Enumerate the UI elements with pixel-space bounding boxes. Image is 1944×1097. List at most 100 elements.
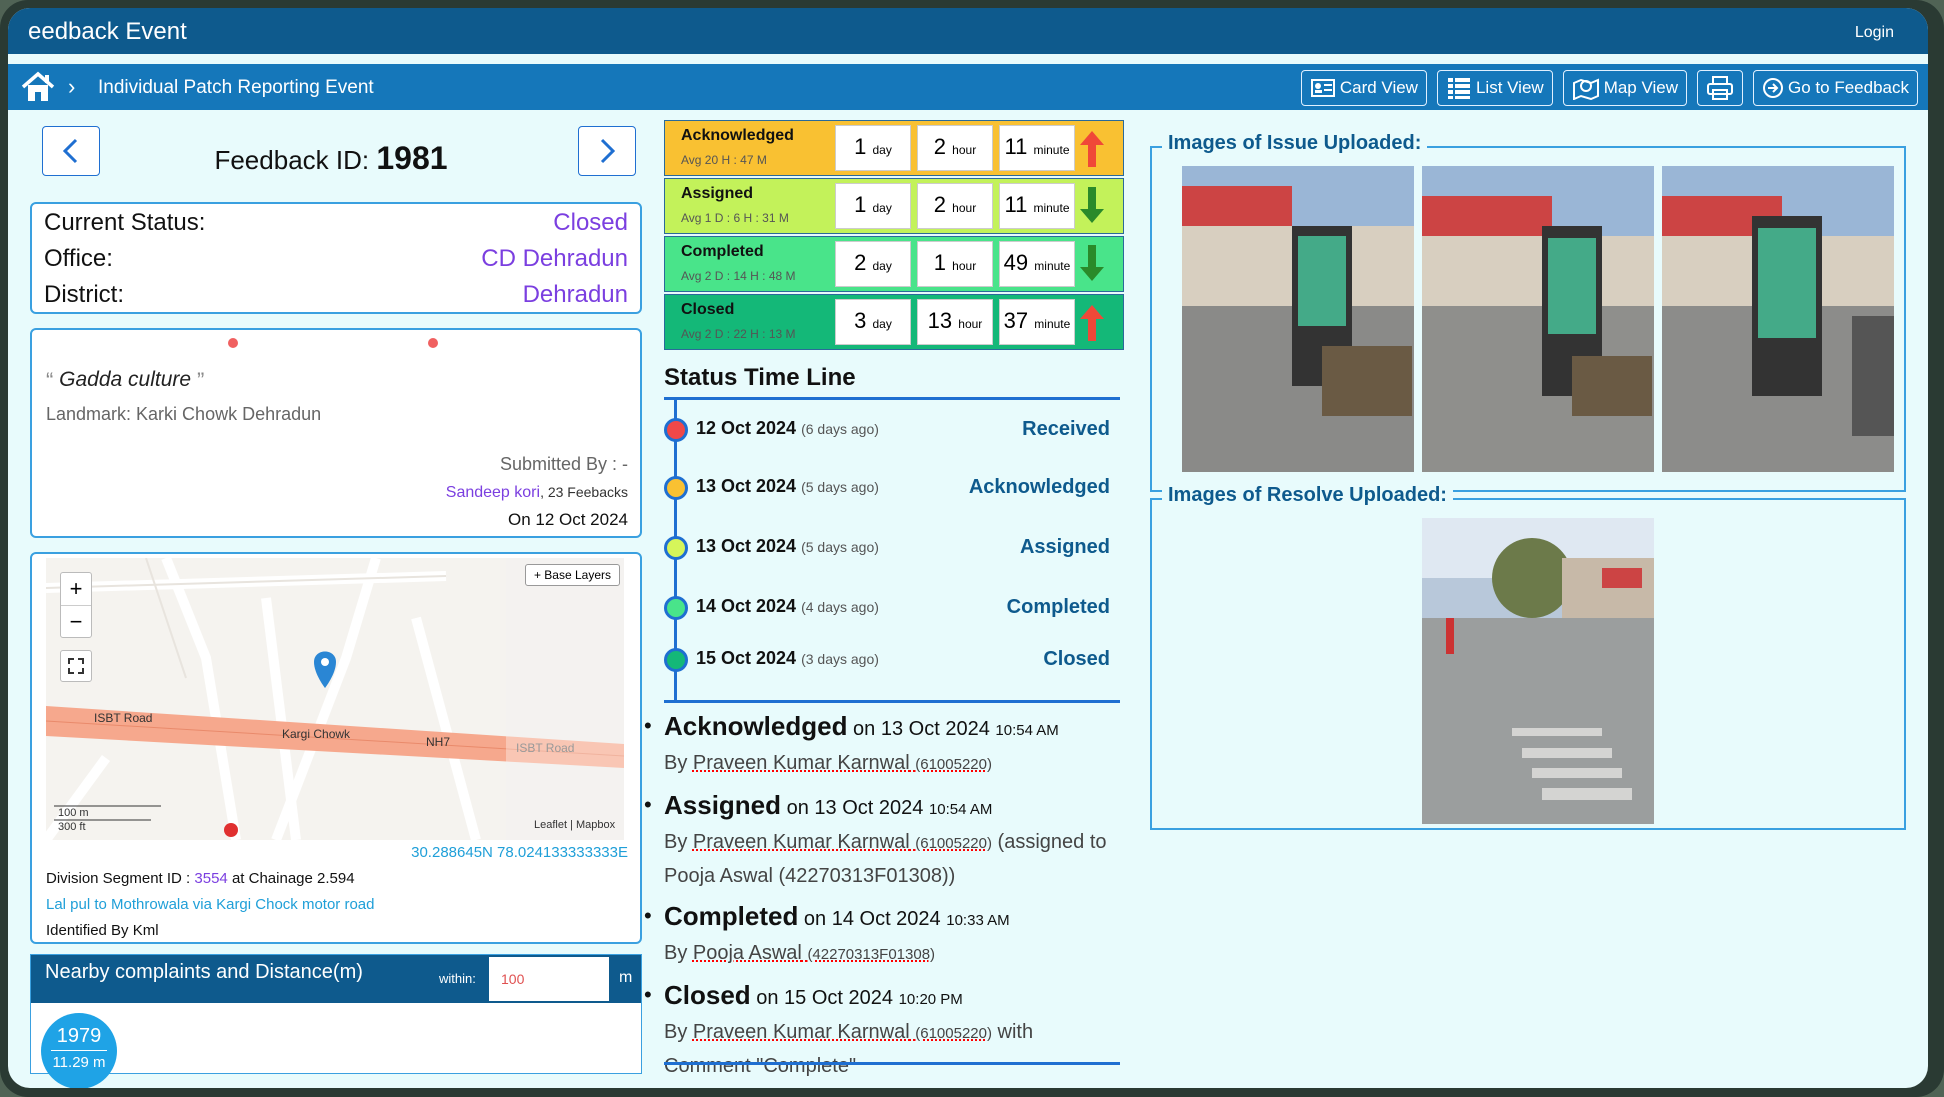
login-link[interactable]: Login — [1855, 24, 1894, 42]
log-time: 10:54 AM — [995, 722, 1059, 739]
timeline-dot — [664, 476, 688, 500]
hours-cell: 13 hour — [917, 299, 993, 345]
time-row-completed: Completed Avg 2 D : 14 H : 48 M 2 day 1 … — [664, 236, 1124, 292]
hours-unit: hour — [952, 259, 977, 273]
log-by: By Praveen Kumar Karnwal (61005220) with… — [664, 1021, 1033, 1077]
timeline-item: 13 Oct 2024 (5 days ago) Acknowledged — [664, 468, 1120, 508]
fullscreen-button[interactable] — [60, 650, 92, 682]
go-to-feedback-button[interactable]: Go to Feedback — [1753, 70, 1918, 106]
carousel-dot[interactable] — [228, 338, 238, 348]
hours-value: 1 — [933, 250, 947, 275]
timeline-ago: (5 days ago) — [801, 539, 879, 555]
log-user[interactable]: Praveen Kumar Karnwal (61005220) — [693, 752, 992, 774]
log-user-id: (61005220) — [915, 1025, 992, 1042]
resolve-images-title: Images of Resolve Uploaded: — [1162, 484, 1453, 507]
identified-by: Identified By Kml — [46, 922, 159, 939]
minutes-unit: minute — [1033, 143, 1070, 157]
district-value: Dehradun — [522, 281, 628, 308]
log-user-name: Praveen Kumar Karnwal — [692, 752, 910, 774]
timeline-title: Status Time Line — [664, 364, 856, 391]
time-row-label: Closed — [681, 301, 735, 318]
landmark: Landmark: Karki Chowk Dehradun — [46, 404, 322, 424]
issue-images-fieldset: Images of Issue Uploaded: — [1150, 132, 1906, 492]
timeline-date: 13 Oct 2024 (5 days ago) — [696, 536, 879, 557]
timeline-ago: (3 days ago) — [801, 651, 879, 667]
days-cell: 3 day — [835, 299, 911, 345]
breadcrumb[interactable]: Individual Patch Reporting Event — [98, 77, 374, 99]
complaint-card: “ Gadda culture ” Landmark: Karki Chowk … — [30, 328, 642, 538]
submitter-count: , 23 Feebacks — [540, 484, 628, 500]
top-bar: eedback Event Login — [8, 8, 1928, 54]
minutes-value: 11 — [1004, 134, 1028, 159]
days-unit: day — [872, 317, 892, 331]
nearby-complaint-badge[interactable]: 1979 11.29 m — [41, 1013, 117, 1088]
resolve-image[interactable] — [1422, 518, 1654, 824]
submitted-on: On 12 Oct 2024 — [507, 510, 628, 529]
print-button[interactable] — [1697, 70, 1744, 106]
time-row-closed: Closed Avg 2 D : 22 H : 13 M 3 day 13 ho… — [664, 294, 1124, 350]
map-view-button[interactable]: Map View — [1562, 70, 1688, 106]
feedback-id: Feedback ID: 1981 — [24, 140, 638, 177]
segment-label: Division Segment ID : — [46, 870, 191, 887]
log-user-name: Praveen Kumar Karnwal — [692, 1021, 910, 1043]
coordinates: 30.288645N 78.024133333333E — [411, 844, 628, 861]
map-view[interactable]: ISBT Road Kargi Chowk NH7 ISBT Road 100 … — [46, 558, 624, 840]
card-view-button[interactable]: Card View — [1300, 70, 1427, 106]
days-value: 2 — [854, 250, 867, 275]
status-log: Acknowledged on 13 Oct 2024 10:54 AM By … — [644, 710, 1124, 1088]
log-date: on 13 Oct 2024 — [786, 797, 924, 819]
time-row-label: Completed — [681, 243, 764, 260]
days-unit: day — [872, 259, 892, 273]
days-value: 3 — [854, 308, 867, 333]
timeline-date-value: 13 Oct 2024 — [696, 536, 797, 556]
issue-images-title: Images of Issue Uploaded: — [1162, 132, 1428, 155]
close-quote-icon: ” — [196, 368, 205, 393]
log-user-name: Praveen Kumar Karnwal — [692, 831, 910, 853]
home-icon[interactable] — [20, 70, 56, 104]
complaint-text-value: Gadda culture — [59, 368, 192, 391]
time-row-label: Assigned — [681, 185, 754, 202]
days-cell: 1 day — [835, 125, 911, 171]
log-user[interactable]: Praveen Kumar Karnwal (61005220) — [693, 1021, 992, 1043]
segment-id[interactable]: 3554 — [194, 870, 227, 887]
issue-image[interactable] — [1182, 166, 1414, 472]
nearby-header: Nearby complaints and Distance(m) within… — [31, 955, 641, 1003]
submitter-name[interactable]: Sandeep kori — [446, 484, 540, 501]
log-date: on 15 Oct 2024 — [756, 987, 894, 1009]
next-feedback-button[interactable] — [578, 126, 636, 176]
office-value: CD Dehradun — [481, 245, 628, 272]
status-row: Current Status: Closed — [44, 204, 628, 240]
log-user[interactable]: Praveen Kumar Karnwal (61005220) — [693, 831, 992, 853]
log-user-name: Pooja Aswal — [692, 942, 802, 964]
issue-image[interactable] — [1662, 166, 1894, 472]
timeline-date: 12 Oct 2024 (6 days ago) — [696, 418, 879, 439]
zoom-out-button[interactable]: − — [61, 605, 91, 638]
issue-image[interactable] — [1422, 166, 1654, 472]
nearby-title: Nearby complaints and Distance(m) — [45, 961, 363, 983]
log-user[interactable]: Pooja Aswal (42270313F01308) — [693, 942, 935, 964]
log-by-prefix: By — [664, 831, 688, 853]
timeline-item: 15 Oct 2024 (3 days ago) Closed — [664, 640, 1120, 680]
nav-bar: › Individual Patch Reporting Event Card … — [8, 64, 1928, 110]
open-quote-icon: “ — [46, 368, 54, 393]
days-value: 1 — [854, 192, 867, 217]
timeline-date-value: 14 Oct 2024 — [696, 596, 797, 616]
timeline-date-value: 15 Oct 2024 — [696, 648, 797, 668]
carousel-dot[interactable] — [428, 338, 438, 348]
submitter: Sandeep kori, 23 Feebacks — [446, 484, 628, 502]
log-by: By Pooja Aswal (42270313F01308) — [664, 942, 935, 964]
distance-input[interactable]: 100 — [489, 957, 609, 1001]
hours-value: 2 — [933, 134, 947, 159]
hours-cell: 2 hour — [917, 125, 993, 171]
map-label: Kargi Chowk — [282, 727, 351, 741]
minutes-cell: 11 minute — [999, 183, 1075, 229]
minutes-unit: minute — [1034, 317, 1071, 331]
zoom-in-button[interactable]: + — [61, 573, 91, 605]
list-view-button[interactable]: List View — [1436, 70, 1553, 106]
print-icon — [1707, 76, 1734, 100]
log-date: on 13 Oct 2024 — [853, 718, 990, 740]
base-layers-button[interactable]: + Base Layers — [524, 564, 620, 586]
log-event: Completed — [664, 901, 799, 931]
status-value: Closed — [553, 209, 628, 236]
road-link[interactable]: Lal pul to Mothrowala via Kargi Chock mo… — [46, 896, 375, 913]
